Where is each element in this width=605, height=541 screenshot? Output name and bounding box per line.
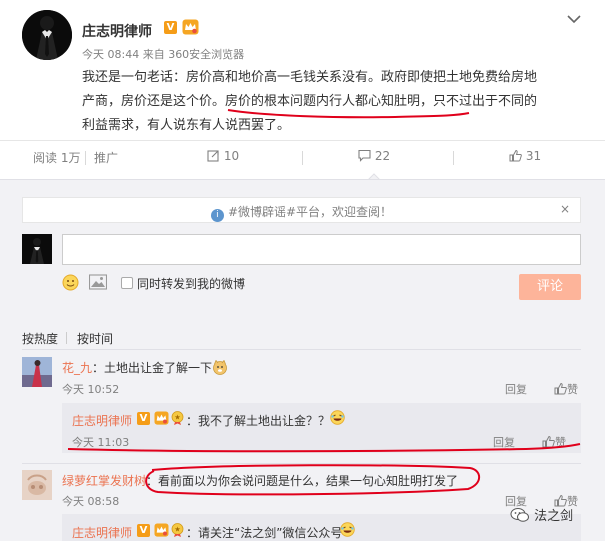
chevron-down-icon[interactable] [564, 10, 584, 28]
crown-icon [154, 523, 169, 537]
comment-like-label: 赞 [555, 436, 566, 449]
svg-text:★: ★ [174, 526, 180, 534]
like-button[interactable]: 31 [509, 149, 541, 163]
crown-icon[interactable] [182, 19, 199, 35]
comment-text: ：土地出让金了解一下 [92, 361, 213, 375]
divider [22, 349, 581, 350]
replier-name[interactable]: 庄志明律师 [72, 414, 132, 428]
suit-avatar-image [22, 234, 52, 264]
comment-input[interactable] [62, 234, 581, 265]
reply-button[interactable]: 回复 [493, 434, 515, 450]
notice-bar[interactable]: i #微博辟谣#平台，欢迎查阅！ × [22, 197, 581, 223]
comment-text: ：看前面以为你会说问题是什么，结果一句心知肚明打发了 [146, 474, 459, 488]
watermark: 法之剑 [510, 505, 573, 524]
reply-text: ：请关注“法之剑”微信公众号 [186, 526, 343, 540]
current-user-avatar [22, 234, 52, 264]
verified-badge-icon: V [137, 412, 150, 425]
like-count: 31 [525, 149, 542, 163]
divider [453, 151, 454, 165]
commenter-avatar[interactable] [22, 470, 52, 500]
forward-icon [207, 150, 219, 162]
post-meta: 今天 08:44 来自 360安全浏览器 [82, 48, 245, 61]
comment-like-label: 赞 [567, 383, 578, 396]
doge-emoji-icon [213, 360, 227, 375]
notice-text: #微博辟谣#平台，欢迎查阅！ [227, 205, 393, 219]
verified-badge-icon: V [137, 524, 150, 537]
thumb-up-icon [554, 382, 567, 395]
info-icon: i [210, 209, 224, 222]
reply-button[interactable]: 回复 [505, 381, 527, 397]
read-count: 阅读 1万 [33, 151, 81, 165]
post-text-line: 我还是一句老话：房价高和地价高一毛钱关系没有。政府即使把土地免费给房地 [82, 70, 538, 85]
laugh-emoji-icon [330, 410, 345, 425]
thumb-up-icon [542, 435, 555, 448]
member-badge-icon: ★ [171, 411, 184, 425]
divider [0, 140, 605, 141]
laugh-emoji-icon [340, 522, 355, 537]
reply-body: 庄志明律师 [72, 412, 132, 429]
replier-name[interactable]: 庄志明律师 [72, 526, 132, 540]
post-text: 我还是一句老话：房价高和地价高一毛钱关系没有。政府即使把土地免费给房地 产商，房… [82, 66, 582, 138]
author-name[interactable]: 庄志明律师 [82, 21, 152, 41]
crown-icon [154, 411, 169, 425]
divider [302, 151, 303, 165]
member-badge-icon: ★ [171, 523, 184, 537]
submit-comment-button[interactable]: 评论 [519, 274, 581, 300]
post-text-line: 产商，房价还是这个价。房价的根本问题内行人都心知肚明，只不过出于不同的 [82, 94, 538, 109]
svg-text:★: ★ [174, 414, 180, 422]
forward-checkbox-label: 同时转发到我的微博 [137, 277, 246, 291]
commenter-avatar[interactable] [22, 357, 52, 387]
avatar-image [22, 470, 52, 500]
comment-body: 绿萝红掌发财树：看前面以为你会说问题是什么，结果一句心知肚明打发了 [62, 472, 458, 489]
divider [22, 463, 581, 464]
divider [0, 179, 605, 180]
forward-count: 10 [223, 149, 240, 163]
smiley-icon[interactable] [62, 274, 79, 291]
reply-text: ：我不了解土地出让金？？ [186, 414, 331, 428]
post-text-line: 利益需求，有人说东有人说西罢了。 [82, 118, 291, 133]
forward-checkbox[interactable] [121, 277, 133, 289]
divider [85, 151, 86, 165]
comment-count: 22 [374, 149, 391, 163]
author-avatar[interactable] [22, 10, 72, 60]
promote-button[interactable]: 推广 [94, 149, 118, 166]
avatar-image [22, 357, 52, 387]
close-icon[interactable]: × [560, 202, 570, 216]
comment-body: 花_九：土地出让金了解一下 [62, 359, 228, 376]
commenter-name[interactable]: 花_九 [62, 361, 92, 375]
thumb-up-icon [509, 149, 522, 162]
reply-body: 庄志明律师 [72, 524, 132, 541]
verified-badge-icon: V [164, 21, 177, 34]
watermark-text: 法之剑 [534, 509, 574, 524]
suit-avatar-image [22, 10, 72, 60]
comment-button[interactable]: 22 [358, 149, 390, 163]
commenter-name[interactable]: 绿萝红掌发财树 [62, 474, 146, 488]
tab-sort-time[interactable]: 按时间 [77, 330, 113, 347]
divider [66, 332, 67, 344]
comment-time: 今天 10:52 [62, 383, 120, 396]
wechat-icon [510, 508, 529, 522]
comment-like-button[interactable]: 赞 [554, 381, 578, 397]
reply-time: 今天 11:03 [72, 436, 130, 449]
comment-icon [358, 149, 371, 162]
tab-sort-hot[interactable]: 按热度 [22, 330, 58, 347]
comment-like-button[interactable]: 赞 [542, 434, 566, 450]
image-icon[interactable] [89, 274, 107, 290]
comment-time: 今天 08:58 [62, 495, 120, 508]
forward-button[interactable]: 10 [207, 149, 239, 163]
